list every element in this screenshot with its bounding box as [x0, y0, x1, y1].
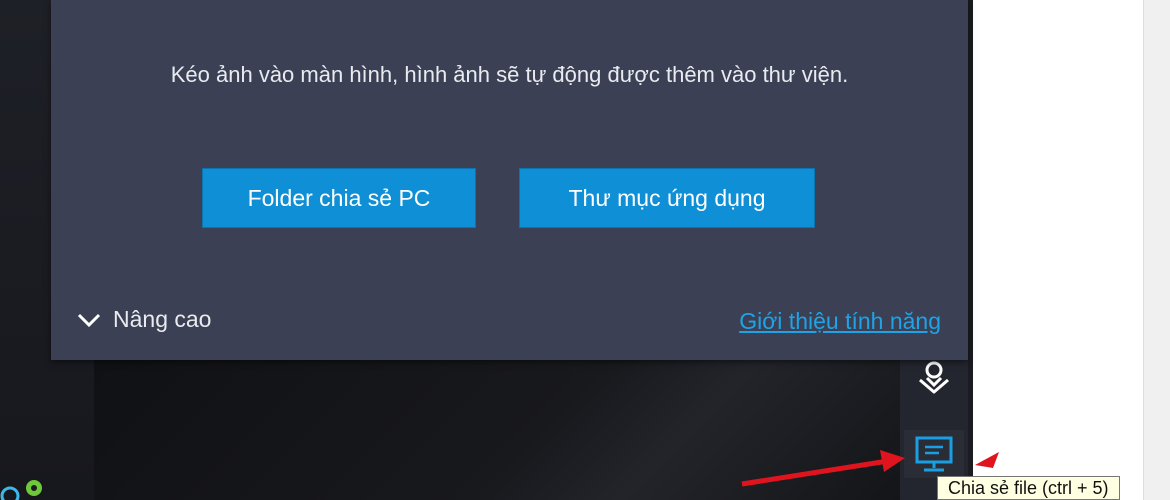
red-pointer-marker: [975, 452, 999, 468]
annotation-arrows: [741, 450, 999, 487]
app-logo-icon: [0, 480, 42, 500]
file-share-tooltip: Chia sẻ file (ctrl + 5): [937, 476, 1120, 500]
red-arrow-shaft: [741, 458, 889, 487]
red-arrow-head: [880, 450, 905, 472]
